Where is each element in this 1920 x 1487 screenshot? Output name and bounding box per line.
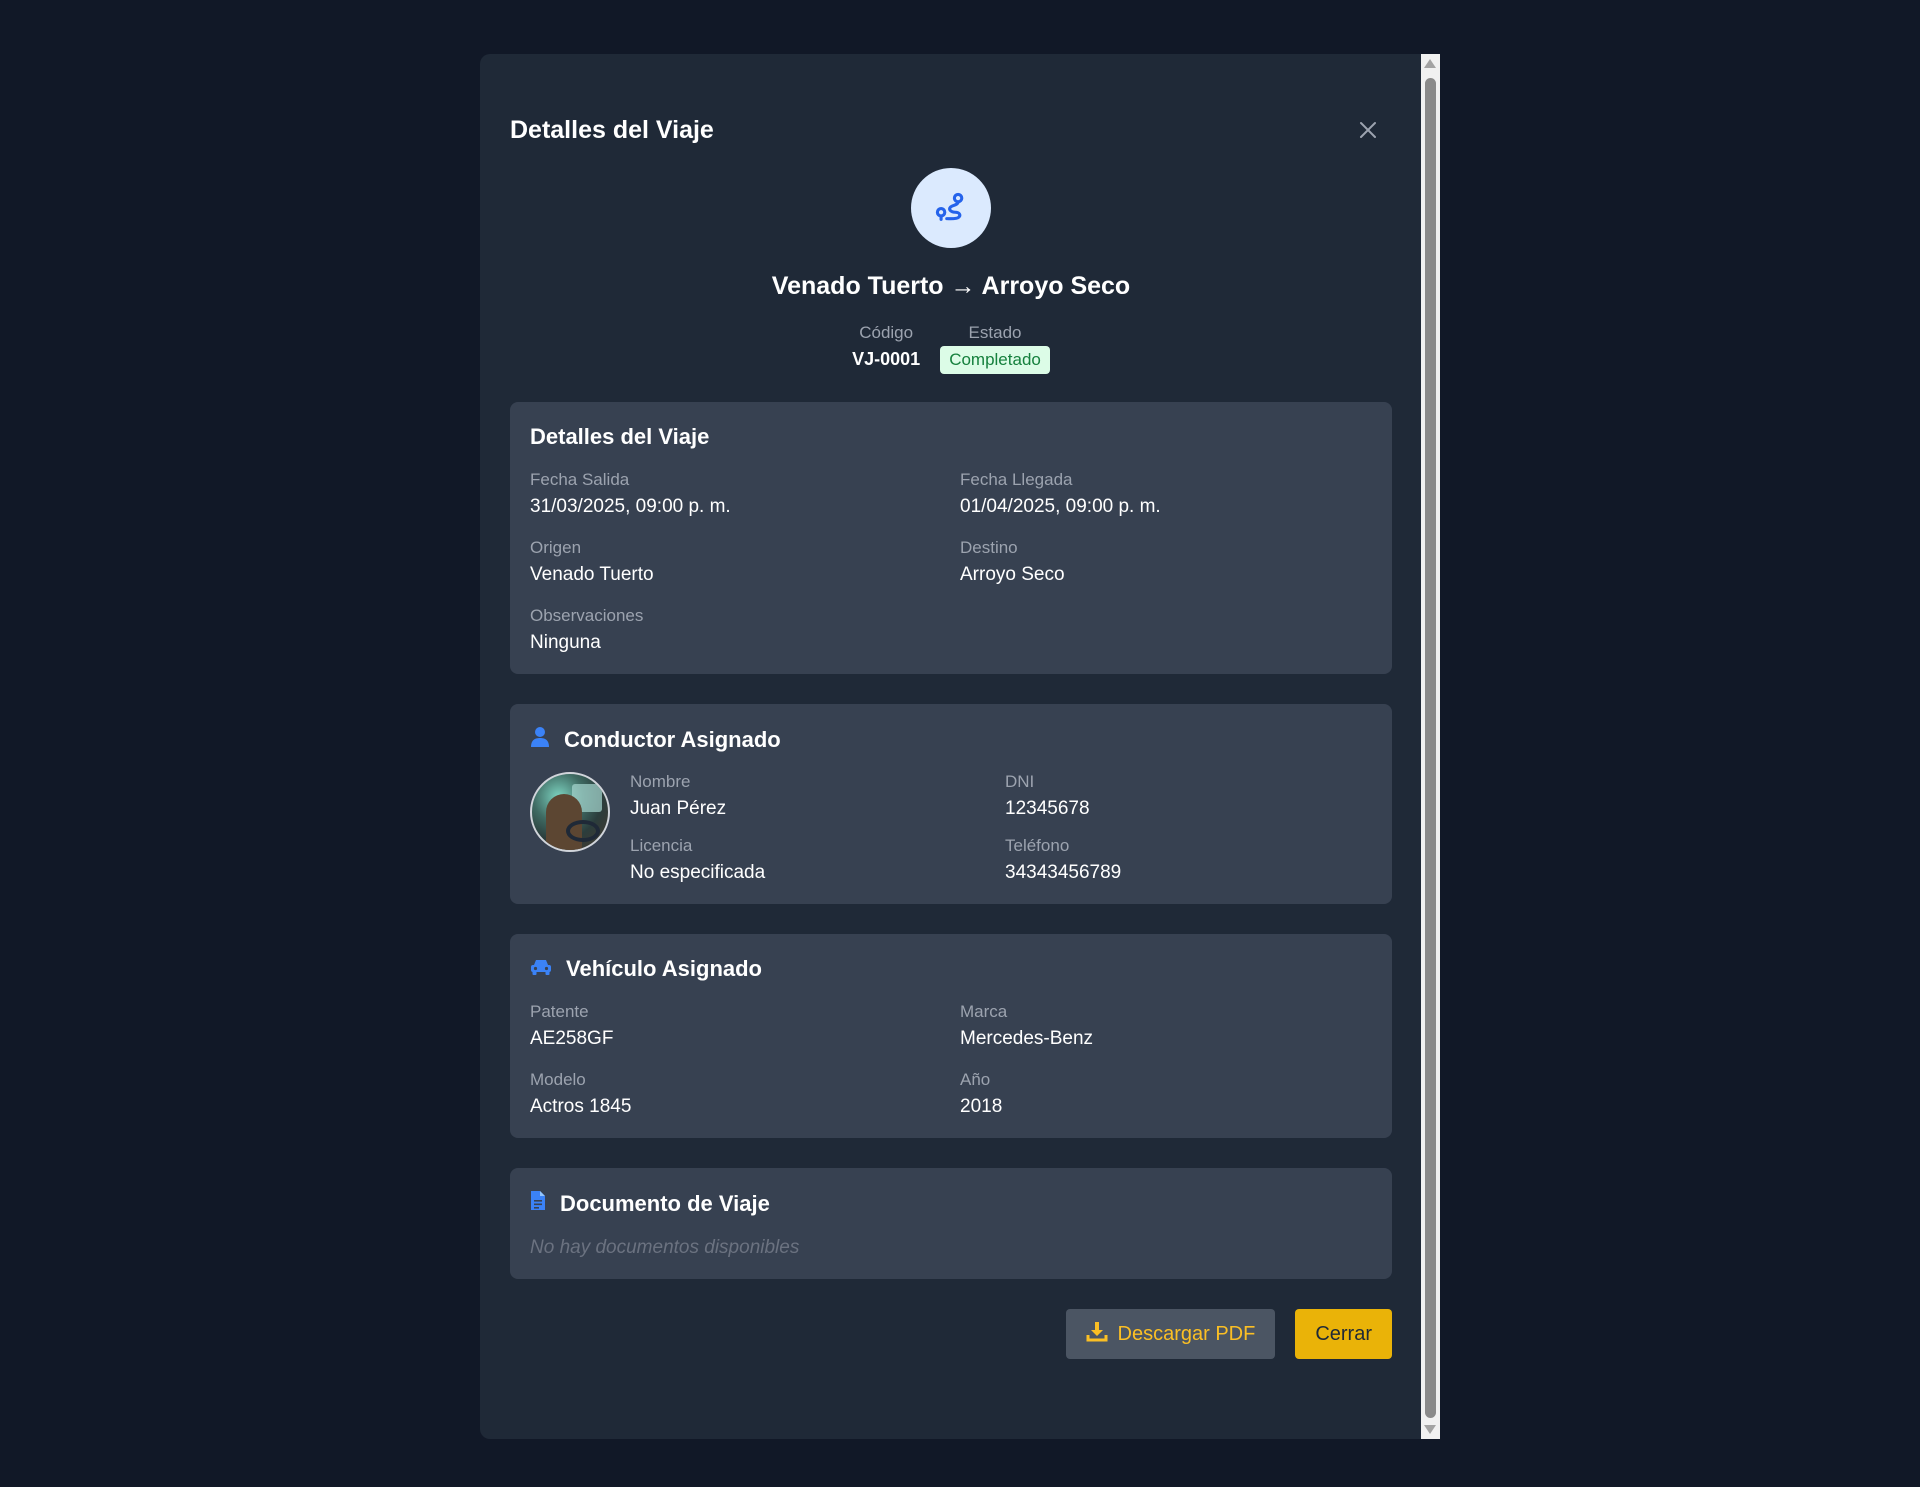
field-value: No especificada	[630, 862, 766, 883]
modal-footer: Descargar PDF Cerrar	[510, 1309, 1392, 1359]
field-label: Fecha Llegada	[960, 470, 1073, 489]
status-label: Estado	[968, 323, 1022, 342]
field-label: Patente	[530, 1002, 589, 1021]
modal-header: Detalles del Viaje	[510, 54, 1392, 166]
field-phone: Teléfono 34343456789	[1005, 836, 1121, 884]
field-value: 2018	[960, 1096, 1003, 1117]
download-pdf-label: Descargar PDF	[1117, 1322, 1256, 1345]
field-value: Actros 1845	[530, 1096, 632, 1117]
trip-meta: Código VJ-0001 Estado Completado	[510, 323, 1392, 374]
vehicle-card-label: Vehículo Asignado	[566, 956, 762, 981]
field-destination: Destino Arroyo Seco	[960, 538, 1372, 586]
vehicle-grid: Patente AE258GF Marca Mercedes-Benz Mode…	[530, 1002, 1372, 1118]
field-plate: Patente AE258GF	[530, 1002, 960, 1050]
field-brand: Marca Mercedes-Benz	[960, 1002, 1372, 1050]
field-observations: Observaciones Ninguna	[530, 606, 960, 654]
field-arrival: Fecha Llegada 01/04/2025, 09:00 p. m.	[960, 470, 1372, 518]
field-label: Modelo	[530, 1070, 586, 1089]
scrollbar-thumb[interactable]	[1425, 78, 1436, 1418]
document-card-label: Documento de Viaje	[560, 1190, 770, 1216]
field-label: Marca	[960, 1002, 1008, 1021]
close-icon[interactable]	[1354, 116, 1382, 144]
field-label: DNI	[1005, 772, 1035, 791]
trip-details-title: Detalles del Viaje	[530, 424, 710, 449]
field-label: Nombre	[630, 772, 691, 791]
status-block: Estado Completado	[940, 323, 1050, 374]
field-value: Ninguna	[530, 632, 601, 653]
field-value: Mercedes-Benz	[960, 1028, 1094, 1049]
no-documents-text: No hay documentos disponibles	[530, 1237, 800, 1258]
modal-scrollbar[interactable]	[1421, 54, 1440, 1439]
field-license: Licencia No especificada	[630, 836, 1005, 884]
field-value: AE258GF	[530, 1028, 614, 1049]
car-icon	[530, 956, 552, 982]
driver-card-label: Conductor Asignado	[564, 727, 781, 752]
user-icon	[530, 726, 550, 754]
modal-title: Detalles del Viaje	[510, 115, 714, 144]
field-year: Año 2018	[960, 1070, 1372, 1118]
field-label: Año	[960, 1070, 991, 1089]
driver-avatar	[530, 772, 610, 852]
trip-summary: Venado Tuerto → Arroyo Seco Código VJ-00…	[510, 168, 1392, 374]
trip-details-card: Detalles del Viaje Fecha Salida 31/03/20…	[510, 402, 1392, 674]
field-label: Teléfono	[1005, 836, 1070, 855]
field-value: 12345678	[1005, 798, 1090, 819]
download-pdf-button[interactable]: Descargar PDF	[1065, 1309, 1276, 1359]
driver-card: Conductor Asignado Nombre Juan Pérez DNI…	[510, 704, 1392, 904]
vehicle-card: Vehículo Asignado Patente AE258GF Marca …	[510, 934, 1392, 1138]
document-icon	[530, 1190, 546, 1217]
document-card: Documento de Viaje No hay documentos dis…	[510, 1168, 1392, 1279]
field-label: Destino	[960, 538, 1018, 557]
status-badge: Completado	[940, 346, 1050, 374]
trip-details-modal: Detalles del Viaje Venado Tuerto → Arroy…	[480, 54, 1422, 1439]
field-label: Origen	[530, 538, 582, 557]
scroll-up-icon[interactable]	[1424, 59, 1436, 68]
field-value: 34343456789	[1005, 862, 1122, 883]
driver-info: Nombre Juan Pérez DNI 12345678 Licencia …	[530, 772, 1372, 884]
code-label: Código	[859, 323, 914, 342]
driver-card-title: Conductor Asignado	[530, 726, 1372, 754]
close-button[interactable]: Cerrar	[1295, 1309, 1392, 1359]
code-value: VJ-0001	[852, 349, 921, 369]
field-value: 01/04/2025, 09:00 p. m.	[960, 496, 1161, 517]
field-departure: Fecha Salida 31/03/2025, 09:00 p. m.	[530, 470, 960, 518]
field-label: Observaciones	[530, 606, 644, 625]
field-origin: Origen Venado Tuerto	[530, 538, 960, 586]
vehicle-card-title: Vehículo Asignado	[530, 956, 1372, 982]
scroll-down-icon[interactable]	[1424, 1425, 1436, 1434]
field-value: Arroyo Seco	[960, 564, 1065, 585]
field-label: Fecha Salida	[530, 470, 630, 489]
route-title: Venado Tuerto → Arroyo Seco	[771, 272, 1131, 300]
field-value: Juan Pérez	[630, 798, 727, 819]
driver-grid: Nombre Juan Pérez DNI 12345678 Licencia …	[630, 772, 1121, 884]
trip-details-grid: Fecha Salida 31/03/2025, 09:00 p. m. Fec…	[530, 470, 1372, 654]
route-icon	[911, 168, 991, 248]
field-model: Modelo Actros 1845	[530, 1070, 960, 1118]
field-value: Venado Tuerto	[530, 564, 654, 585]
field-label: Licencia	[630, 836, 693, 855]
code-block: Código VJ-0001	[852, 323, 920, 374]
field-dni: DNI 12345678	[1005, 772, 1121, 820]
document-card-title: Documento de Viaje	[530, 1190, 1372, 1217]
field-value: 31/03/2025, 09:00 p. m.	[530, 496, 731, 517]
field-name: Nombre Juan Pérez	[630, 772, 1005, 820]
download-icon	[1086, 1320, 1108, 1348]
